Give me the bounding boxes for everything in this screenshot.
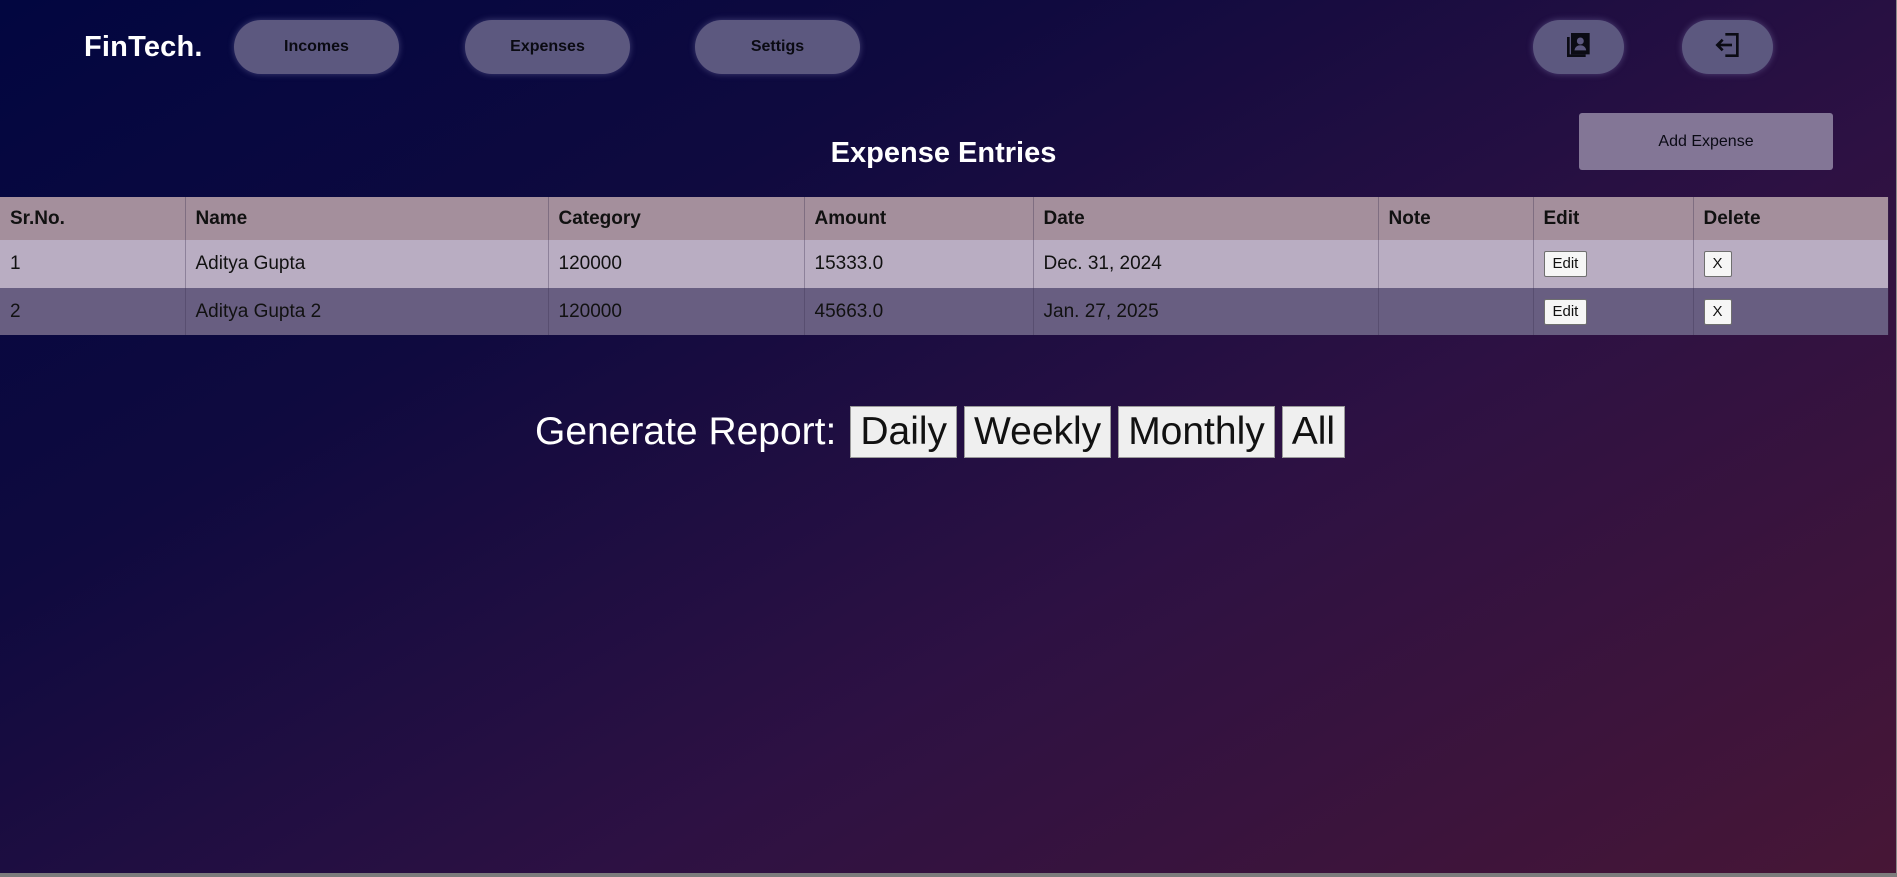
edit-button[interactable]: Edit xyxy=(1543,251,1588,277)
logout-button[interactable] xyxy=(1682,20,1773,74)
contacts-book-icon xyxy=(1563,29,1595,66)
column-header-category: Category xyxy=(548,197,805,240)
nav-settings-button[interactable]: Settigs xyxy=(695,20,860,74)
report-weekly-button[interactable]: Weekly xyxy=(964,406,1112,458)
cell-date: Jan. 27, 2025 xyxy=(1033,288,1379,335)
window-edge-bottom xyxy=(0,873,1897,877)
app-screen: FinTech. Incomes Expenses Settigs Expens… xyxy=(0,0,1896,873)
cell-amount: 15333.0 xyxy=(804,240,1034,288)
cell-delete: X xyxy=(1693,240,1889,288)
cell-note xyxy=(1378,240,1534,288)
logout-icon xyxy=(1712,29,1744,66)
add-expense-button[interactable]: Add Expense xyxy=(1579,113,1833,170)
edit-button[interactable]: Edit xyxy=(1543,298,1588,325)
cell-date: Dec. 31, 2024 xyxy=(1033,240,1379,288)
table-row: 2 Aditya Gupta 2 120000 45663.0 Jan. 27,… xyxy=(0,288,1889,335)
cell-delete: X xyxy=(1693,288,1889,335)
report-bar: Generate Report: Daily Weekly Monthly Al… xyxy=(535,406,1352,458)
nav-incomes-button[interactable]: Incomes xyxy=(234,20,399,74)
expense-table: Sr.No. Name Category Amount Date Note Ed… xyxy=(0,197,1889,335)
cell-srno: 1 xyxy=(0,240,186,288)
column-header-amount: Amount xyxy=(804,197,1034,240)
column-header-delete: Delete xyxy=(1693,197,1889,240)
report-all-button[interactable]: All xyxy=(1281,406,1346,458)
column-header-edit: Edit xyxy=(1533,197,1694,240)
column-header-date: Date xyxy=(1033,197,1379,240)
column-header-name: Name xyxy=(185,197,549,240)
cell-category: 120000 xyxy=(548,240,805,288)
cell-name: Aditya Gupta 2 xyxy=(185,288,549,335)
delete-button[interactable]: X xyxy=(1703,251,1732,277)
cell-edit: Edit xyxy=(1533,240,1694,288)
report-monthly-button[interactable]: Monthly xyxy=(1118,406,1275,458)
column-header-srno: Sr.No. xyxy=(0,197,186,240)
report-label: Generate Report: xyxy=(535,410,837,453)
cell-amount: 45663.0 xyxy=(804,288,1034,335)
brand-logo: FinTech. xyxy=(84,31,203,63)
nav-expenses-button[interactable]: Expenses xyxy=(465,20,630,74)
table-row: 1 Aditya Gupta 120000 15333.0 Dec. 31, 2… xyxy=(0,240,1889,288)
cell-srno: 2 xyxy=(0,288,186,335)
contacts-button[interactable] xyxy=(1533,20,1624,74)
cell-name: Aditya Gupta xyxy=(185,240,549,288)
delete-button[interactable]: X xyxy=(1703,298,1732,325)
cell-note xyxy=(1378,288,1534,335)
report-daily-button[interactable]: Daily xyxy=(850,406,958,458)
cell-edit: Edit xyxy=(1533,288,1694,335)
table-header-row: Sr.No. Name Category Amount Date Note Ed… xyxy=(0,197,1889,240)
cell-category: 120000 xyxy=(548,288,805,335)
column-header-note: Note xyxy=(1378,197,1534,240)
